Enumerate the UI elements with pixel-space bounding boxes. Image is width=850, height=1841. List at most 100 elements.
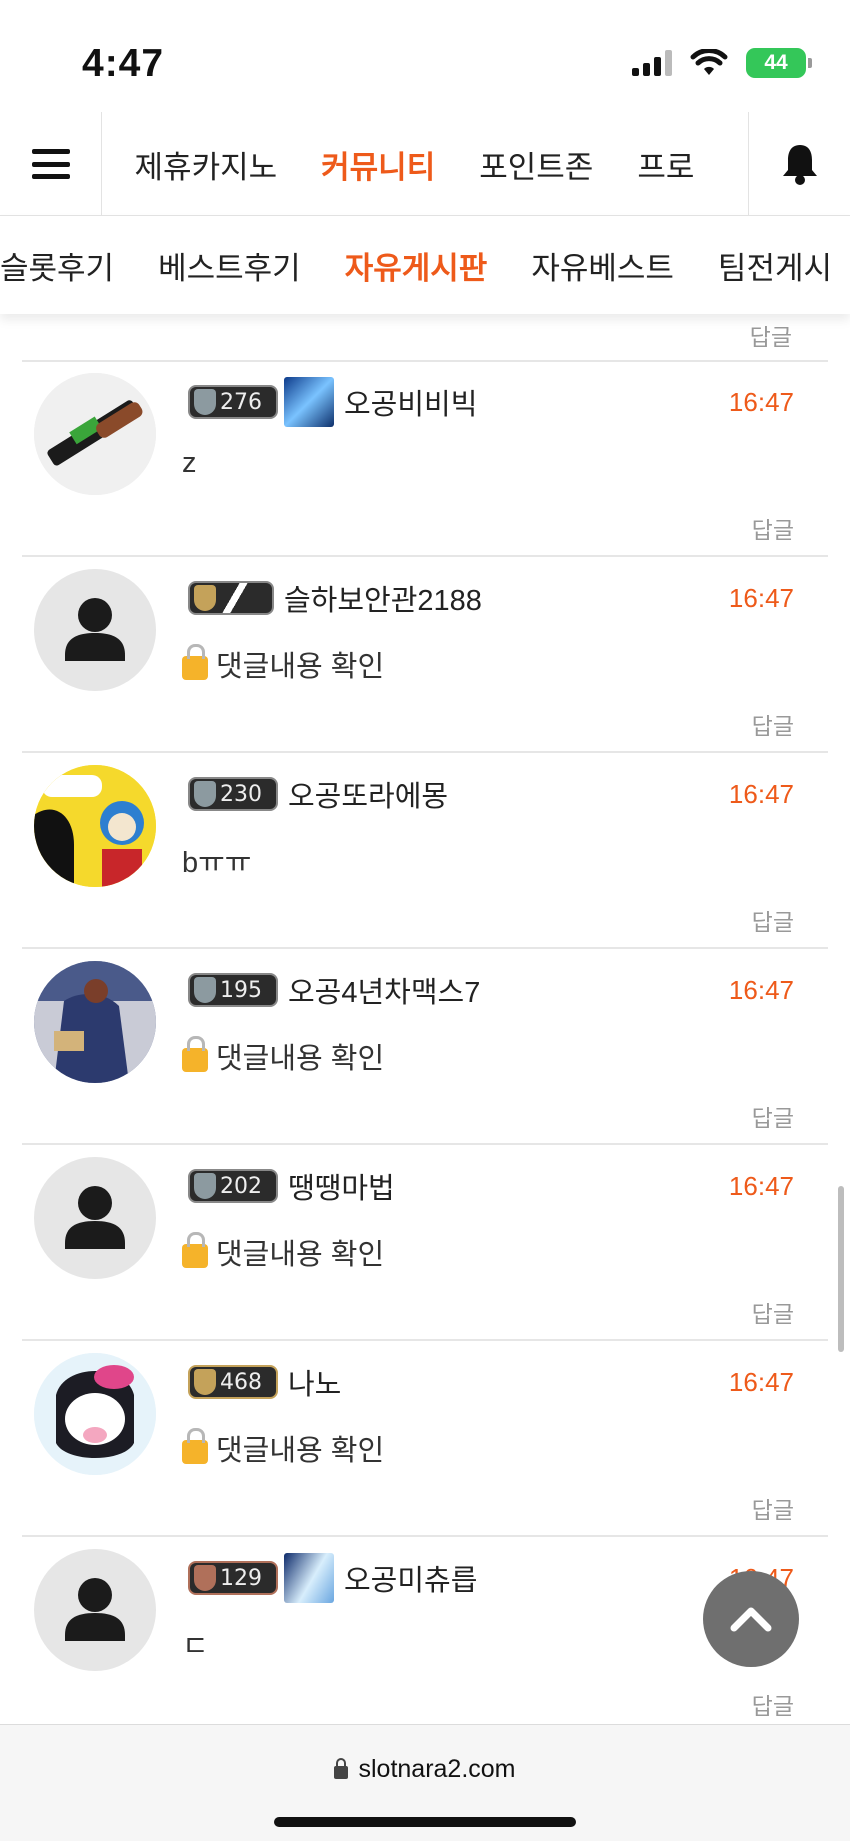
nickname[interactable]: 오공미츄릅 xyxy=(344,1557,477,1599)
comment-item: 슬하보안관2188 16:47 댓글내용 확인 답글 xyxy=(0,557,850,751)
comment-meta: 129 오공미츄릅 xyxy=(188,1553,477,1603)
reply-button[interactable]: 답글 xyxy=(750,318,792,352)
member-badge-image xyxy=(284,1553,334,1603)
nav-item-partner-casino[interactable]: 제휴카지노 xyxy=(113,142,300,187)
level-number: 202 xyxy=(220,1173,262,1199)
default-user-icon xyxy=(65,1578,125,1641)
comment-text: 댓글내용 확인 xyxy=(182,643,384,685)
sub-item-team-board[interactable]: 팀전게시 xyxy=(696,243,850,288)
level-number: 468 xyxy=(220,1369,262,1395)
comment-time: 16:47 xyxy=(728,1367,794,1397)
avatar[interactable] xyxy=(34,1353,156,1475)
avatar[interactable] xyxy=(34,569,156,691)
menu-button[interactable] xyxy=(0,112,102,216)
nav-item-partial-left[interactable]: 인 xyxy=(102,142,113,187)
level-badge: 195 xyxy=(188,973,278,1007)
comment-meta: 230 오공또라에몽 xyxy=(188,771,448,817)
chevron-up-icon xyxy=(730,1607,772,1632)
reply-button[interactable]: 답글 xyxy=(752,1491,794,1525)
comment-text: 댓글내용 확인 xyxy=(182,1427,384,1469)
main-nav-scroll[interactable]: 인 제휴카지노 커뮤니티 포인트존 프로 xyxy=(102,112,748,216)
scroll-indicator[interactable] xyxy=(838,1186,844,1352)
default-user-icon xyxy=(65,598,125,661)
avatar[interactable] xyxy=(34,1549,156,1671)
comment-time: 16:47 xyxy=(728,583,794,613)
nav-item-partial-right[interactable]: 프로 xyxy=(615,142,716,187)
reply-button[interactable]: 답글 xyxy=(752,1687,794,1721)
url-text: slotnara2.com xyxy=(358,1755,516,1783)
reply-button[interactable]: 답글 xyxy=(752,1099,794,1133)
level-badge: 276 xyxy=(188,385,278,419)
level-shield-icon xyxy=(194,1173,216,1199)
nav-item-community[interactable]: 커뮤니티 xyxy=(299,142,457,187)
comment-text-content[interactable]: 댓글내용 확인 xyxy=(216,1231,384,1273)
nickname[interactable]: 땡땡마법 xyxy=(288,1165,395,1207)
home-indicator[interactable] xyxy=(274,1817,576,1827)
comment-text-content[interactable]: 댓글내용 확인 xyxy=(216,1427,384,1469)
url-field[interactable]: slotnara2.com xyxy=(0,1755,850,1784)
comment-list: 답글 276 오공비비빅 16:47 z 답글 슬하보안관2188 16:47 … xyxy=(0,314,850,1724)
browser-address-bar: slotnara2.com xyxy=(0,1724,850,1841)
comment-item: 202 땡땡마법 16:47 댓글내용 확인 답글 xyxy=(0,1145,850,1339)
level-number: 129 xyxy=(220,1565,262,1591)
comment-meta: 202 땡땡마법 xyxy=(188,1163,395,1209)
avatar[interactable] xyxy=(34,373,156,495)
reply-button[interactable]: 답글 xyxy=(752,903,794,937)
comment-text: ㄷ xyxy=(182,1623,209,1665)
lock-icon xyxy=(182,1036,208,1072)
level-badge: 129 xyxy=(188,1561,278,1595)
bell-icon xyxy=(782,145,817,185)
reply-button[interactable]: 답글 xyxy=(752,707,794,741)
sub-nav: 슬롯후기 베스트후기 자유게시판 자유베스트 팀전게시 xyxy=(0,216,850,314)
level-badge xyxy=(188,581,274,615)
comment-item: 276 오공비비빅 16:47 z 답글 xyxy=(0,361,850,555)
nickname[interactable]: 나노 xyxy=(288,1361,341,1403)
comment-text: z xyxy=(182,447,197,480)
comment-item: 195 오공4년차맥스7 16:47 댓글내용 확인 답글 xyxy=(0,949,850,1143)
sub-item-slot-review[interactable]: 슬롯후기 xyxy=(0,243,136,288)
comment-text: 댓글내용 확인 xyxy=(182,1035,384,1077)
status-bar: 4:47 44 xyxy=(0,0,850,112)
nickname[interactable]: 오공또라에몽 xyxy=(288,773,448,815)
level-badge: 468 xyxy=(188,1365,278,1399)
avatar[interactable] xyxy=(34,765,156,887)
comment-text-content: bㅠㅠ xyxy=(182,847,252,879)
member-badge-image xyxy=(284,377,334,427)
wifi-icon xyxy=(690,49,728,75)
nav-item-point-zone[interactable]: 포인트존 xyxy=(457,142,615,187)
comment-text: 댓글내용 확인 xyxy=(182,1231,384,1273)
nickname[interactable]: 오공비비빅 xyxy=(344,381,477,423)
level-badge: 202 xyxy=(188,1169,278,1203)
comment-text-content[interactable]: 댓글내용 확인 xyxy=(216,1035,384,1077)
comment-text-content[interactable]: 댓글내용 확인 xyxy=(216,643,384,685)
level-number: 230 xyxy=(220,781,262,807)
comment-meta: 276 오공비비빅 xyxy=(188,377,477,427)
comment-meta: 슬하보안관2188 xyxy=(188,575,482,621)
lock-icon xyxy=(182,1232,208,1268)
level-shield-icon xyxy=(194,781,216,807)
nickname[interactable]: 오공4년차맥스7 xyxy=(288,969,480,1011)
sub-item-free-board[interactable]: 자유게시판 xyxy=(323,243,510,288)
main-nav: 인 제휴카지노 커뮤니티 포인트존 프로 xyxy=(0,112,850,216)
comment-time: 16:47 xyxy=(728,1171,794,1201)
status-icons: 44 xyxy=(632,48,812,78)
cellular-signal-icon xyxy=(632,50,672,76)
notification-button[interactable] xyxy=(748,112,850,216)
comment-time: 16:47 xyxy=(728,779,794,809)
reply-button[interactable]: 답글 xyxy=(752,1295,794,1329)
level-badge: 230 xyxy=(188,777,278,811)
comment-text-content: ㄷ xyxy=(182,1631,209,1663)
level-shield-icon xyxy=(194,977,216,1003)
nickname[interactable]: 슬하보안관2188 xyxy=(284,577,482,619)
avatar[interactable] xyxy=(34,1157,156,1279)
comment-text-content: z xyxy=(182,447,197,479)
sub-item-free-best[interactable]: 자유베스트 xyxy=(509,243,696,288)
default-user-icon xyxy=(65,1186,125,1249)
scroll-to-top-button[interactable] xyxy=(703,1571,799,1667)
reply-button[interactable]: 답글 xyxy=(752,511,794,545)
avatar[interactable] xyxy=(34,961,156,1083)
lock-icon xyxy=(334,1757,349,1779)
level-shield-icon xyxy=(194,1369,216,1395)
lock-icon xyxy=(182,1428,208,1464)
sub-item-best-review[interactable]: 베스트후기 xyxy=(136,243,323,288)
